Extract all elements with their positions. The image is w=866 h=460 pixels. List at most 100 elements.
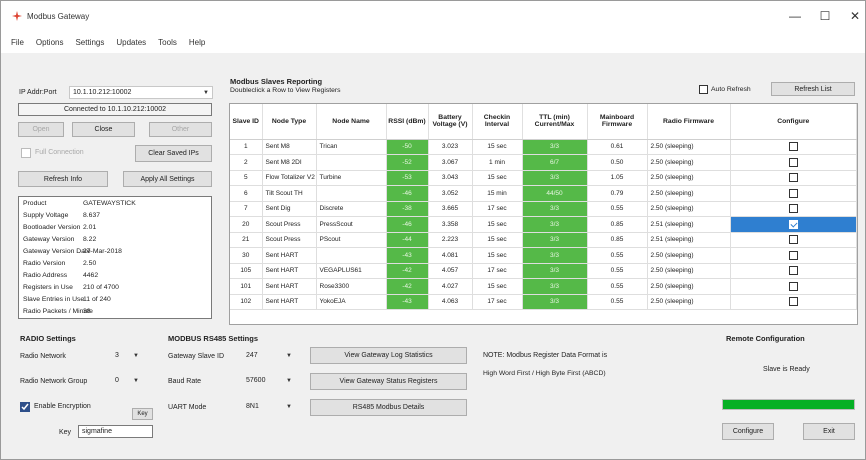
view-gateway-status-registers-button[interactable]: View Gateway Status Registers bbox=[310, 373, 467, 390]
baud-rate-combo[interactable]: 57600 ▼ bbox=[243, 374, 295, 387]
table-cell-configure[interactable] bbox=[730, 185, 857, 202]
remote-progress-bar bbox=[722, 399, 855, 410]
configure-checkbox[interactable] bbox=[788, 250, 798, 260]
column-header[interactable]: Checkin Interval bbox=[472, 104, 523, 140]
menu-file[interactable]: File bbox=[11, 38, 24, 47]
clear-saved-ips-button[interactable]: Clear Saved IPs bbox=[135, 145, 212, 162]
table-cell-configure[interactable] bbox=[730, 294, 857, 310]
table-cell-rssi: -43 bbox=[386, 294, 429, 310]
exit-button[interactable]: Exit bbox=[803, 423, 855, 440]
column-header[interactable]: Radio Firmware bbox=[647, 104, 731, 140]
configure-checkbox[interactable] bbox=[788, 235, 798, 245]
close-button[interactable]: Close bbox=[72, 122, 135, 137]
chevron-down-icon: ▼ bbox=[133, 377, 139, 384]
column-header[interactable]: RSSI (dBm) bbox=[386, 104, 429, 140]
table-cell-configure[interactable] bbox=[730, 139, 857, 155]
configure-checkbox[interactable] bbox=[788, 142, 798, 152]
info-value: 2.50 bbox=[83, 260, 97, 267]
refresh-info-button[interactable]: Refresh Info bbox=[18, 171, 108, 187]
gateway-slave-id-combo[interactable]: 247 ▼ bbox=[243, 349, 295, 362]
table-row[interactable]: 1 Sent M8 Trican -50 3.023 15 sec 3/3 0.61 2.50 … bbox=[230, 139, 857, 155]
menu-updates[interactable]: Updates bbox=[116, 38, 146, 47]
column-header[interactable]: Configure bbox=[730, 104, 857, 140]
ip-combo[interactable]: 10.1.10.212:10002 ▼ bbox=[69, 86, 213, 99]
menu-help[interactable]: Help bbox=[189, 38, 205, 47]
table-cell-name: Turbine bbox=[316, 170, 387, 186]
table-row[interactable]: 105 Sent HART VEGAPLUS61 -42 4.057 17 sec 3/3 0… bbox=[230, 263, 857, 279]
configure-checkbox[interactable] bbox=[788, 173, 798, 183]
key-label: Key bbox=[59, 429, 72, 436]
column-header[interactable]: Mainboard Firmware bbox=[587, 104, 648, 140]
configure-checkbox[interactable] bbox=[788, 204, 798, 214]
uart-mode-combo[interactable]: 8N1 ▼ bbox=[243, 400, 295, 413]
column-header[interactable]: Node Name bbox=[316, 104, 387, 140]
table-row[interactable]: 2 Sent M8 2DI -52 3.067 1 min 6/7 0.50 2.50 (sl… bbox=[230, 154, 857, 171]
open-button[interactable]: Open bbox=[18, 122, 64, 137]
full-connection-checkbox[interactable] bbox=[21, 148, 31, 158]
maximize-icon[interactable]: ☐ bbox=[813, 9, 837, 23]
configure-checkbox[interactable] bbox=[788, 219, 798, 229]
chevron-down-icon: ▼ bbox=[203, 89, 209, 96]
table-cell-checkin: 15 sec bbox=[472, 139, 523, 155]
table-row[interactable]: 102 Sent HART YokoEJA -43 4.063 17 sec 3/3 0.55… bbox=[230, 294, 857, 310]
rs485-modbus-details-button[interactable]: RS485 Modbus Details bbox=[310, 399, 467, 416]
close-icon[interactable]: ✕ bbox=[843, 9, 866, 23]
remote-configuration-title: Remote Configuration bbox=[726, 334, 805, 343]
table-cell-ttl: 3/3 bbox=[522, 232, 588, 248]
other-button[interactable]: Other bbox=[149, 122, 212, 137]
table-cell-configure[interactable] bbox=[730, 232, 857, 248]
table-cell-type: Sent Dig bbox=[262, 201, 317, 217]
table-cell-configure[interactable] bbox=[730, 247, 857, 264]
checkmark-icon bbox=[21, 403, 29, 411]
table-cell-name bbox=[316, 154, 387, 171]
table-cell-type: Scout Press bbox=[262, 232, 317, 248]
menu-options[interactable]: Options bbox=[36, 38, 64, 47]
configure-checkbox[interactable] bbox=[788, 266, 798, 276]
configure-checkbox[interactable] bbox=[788, 188, 798, 198]
radio-network-group-combo[interactable]: 0 ▼ bbox=[112, 374, 142, 387]
auto-refresh-checkbox[interactable] bbox=[699, 85, 708, 94]
table-cell-checkin: 15 sec bbox=[472, 216, 523, 233]
column-header[interactable]: Battery Voltage (V) bbox=[428, 104, 473, 140]
column-header[interactable]: Slave ID bbox=[230, 104, 263, 140]
table-cell-rssi: -44 bbox=[386, 232, 429, 248]
key-button[interactable]: Key bbox=[132, 408, 153, 420]
table-row[interactable]: 21 Scout Press PScout -44 2.223 15 sec 3/3 0.85… bbox=[230, 232, 857, 248]
configure-checkbox[interactable] bbox=[788, 157, 798, 167]
table-cell-configure[interactable] bbox=[730, 154, 857, 171]
configure-checkbox[interactable] bbox=[788, 297, 798, 307]
radio-network-combo[interactable]: 3 ▼ bbox=[112, 349, 142, 362]
chevron-down-icon: ▼ bbox=[286, 352, 292, 359]
table-row[interactable]: 6 Tilt Scout TH -46 3.052 15 min 44/50 0.79 2.5… bbox=[230, 185, 857, 202]
configure-button[interactable]: Configure bbox=[722, 423, 774, 440]
table-row[interactable]: 7 Sent Dig Discrete -38 3.665 17 sec 3/3 0.55 2.… bbox=[230, 201, 857, 217]
column-header[interactable]: TTL (min) Current/Max bbox=[522, 104, 588, 140]
table-cell-configure[interactable] bbox=[730, 278, 857, 295]
menu-tools[interactable]: Tools bbox=[158, 38, 177, 47]
column-header[interactable]: Node Type bbox=[262, 104, 317, 140]
refresh-list-button[interactable]: Refresh List bbox=[771, 82, 855, 96]
chevron-down-icon: ▼ bbox=[286, 377, 292, 384]
slaves-table[interactable]: Slave ID Node Type Node Name RSSI (dBm) … bbox=[229, 103, 858, 325]
table-cell-configure[interactable] bbox=[730, 263, 857, 279]
configure-checkbox[interactable] bbox=[788, 281, 798, 291]
table-row[interactable]: 20 Scout Press PressScout -46 3.358 15 sec 3/3… bbox=[230, 216, 857, 233]
table-cell-configure[interactable] bbox=[730, 201, 857, 217]
table-cell-mb-fw: 0.55 bbox=[587, 278, 648, 295]
table-cell-configure[interactable] bbox=[730, 216, 857, 233]
slaves-subtitle: Doubleclick a Row to View Registers bbox=[230, 87, 341, 94]
minimize-icon[interactable]: — bbox=[783, 9, 807, 23]
table-cell-name: Rose3300 bbox=[316, 278, 387, 295]
auto-refresh-label: Auto Refresh bbox=[711, 86, 751, 93]
enable-encryption-checkbox[interactable] bbox=[20, 402, 30, 412]
table-cell-radio-fw: 2.50 (sleeping) bbox=[647, 185, 731, 202]
table-row[interactable]: 30 Sent HART -43 4.081 15 sec 3/3 0.55 2.50 (sl… bbox=[230, 247, 857, 264]
table-row[interactable]: 5 Flow Totalizer V2 Turbine -53 3.043 15 sec 3… bbox=[230, 170, 857, 186]
key-input[interactable]: sigmafine bbox=[78, 425, 153, 438]
table-cell-configure[interactable] bbox=[730, 170, 857, 186]
menu-settings[interactable]: Settings bbox=[75, 38, 104, 47]
apply-all-settings-button[interactable]: Apply All Settings bbox=[123, 171, 212, 187]
view-gateway-log-statistics-button[interactable]: View Gateway Log Statistics bbox=[310, 347, 467, 364]
table-row[interactable]: 101 Sent HART Rose3300 -42 4.027 15 sec 3/3 0.5… bbox=[230, 278, 857, 295]
info-label: Registers in Use bbox=[23, 284, 73, 291]
